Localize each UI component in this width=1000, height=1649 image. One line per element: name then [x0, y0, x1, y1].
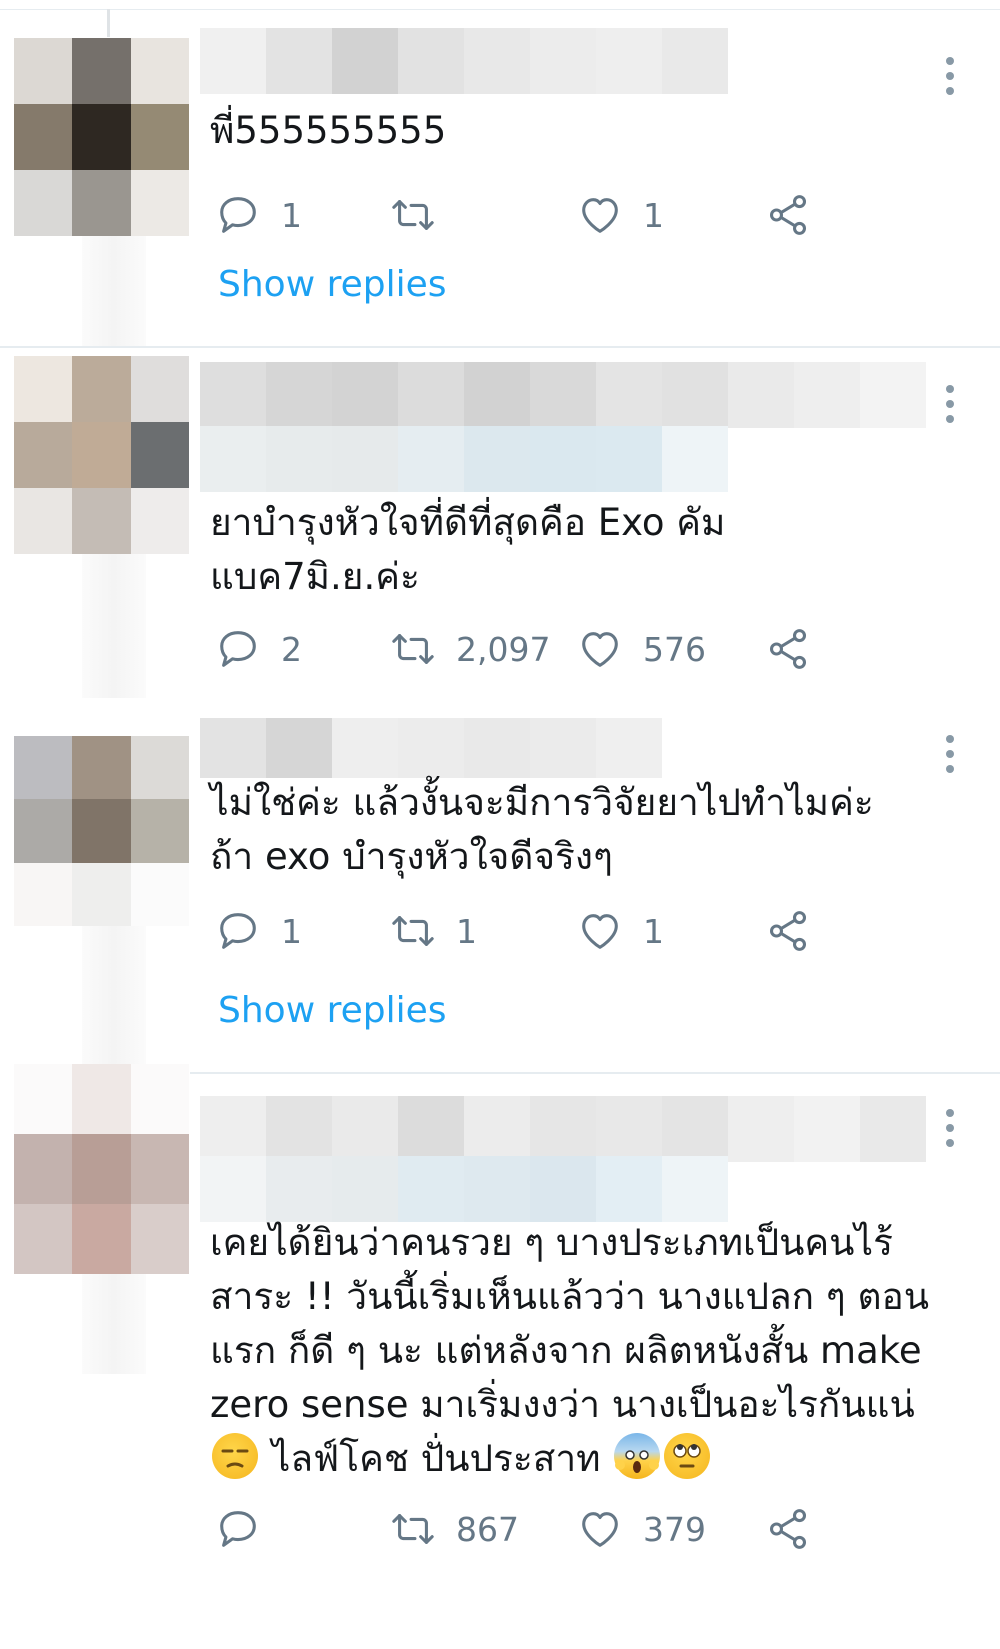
tweet-text: ยาบำรุงหัวใจที่ดีที่สุดคือ Exo คัม แบค7ม… — [210, 501, 726, 598]
blurred-handle — [200, 426, 728, 492]
heart-icon — [582, 632, 618, 667]
like-button[interactable]: 1 — [577, 190, 664, 240]
retweet-count: 2,097 — [456, 629, 551, 669]
reply-icon — [220, 1511, 256, 1547]
blurred-handle — [200, 1156, 728, 1222]
tweet-1[interactable]: พี่555555555 1 1 Show replies — [0, 0, 1000, 350]
retweet-count: 867 — [456, 1509, 519, 1549]
share-icon — [769, 911, 807, 951]
tweet-text-last-line: ไลฟ์โคช ปั่นประสาท — [210, 1432, 960, 1486]
tweet-4[interactable]: เคยได้ยินว่าคนรวย ๆ บางประเภทเป็นคนไร้ ส… — [0, 1064, 1000, 1649]
eye-roll-face-emoji — [664, 1433, 711, 1479]
avatar[interactable] — [14, 1064, 189, 1274]
retweet-icon — [392, 916, 434, 946]
thread-line — [82, 1274, 146, 1374]
heart-icon — [582, 914, 618, 949]
retweet-icon — [392, 1514, 434, 1544]
tweet-text: เคยได้ยินว่าคนรวย ๆ บางประเภทเป็นคนไร้ ส… — [210, 1216, 960, 1486]
tweet-3[interactable]: ไม่ใช่ค่ะ แล้วงั้นจะมีการวิจัยยาไปทำไมค่… — [0, 698, 1000, 1070]
like-count: 576 — [643, 629, 706, 669]
tweet-text-line: zero sense มาเริ่มงงว่า นางเป็นอะไรกันแน… — [210, 1383, 915, 1426]
retweet-button[interactable]: 867 — [390, 1504, 519, 1554]
tweet-2[interactable]: ยาบำรุงหัวใจที่ดีที่สุดคือ Exo คัม แบค7ม… — [0, 348, 1000, 698]
more-options-icon[interactable] — [946, 57, 956, 102]
reply-count: 2 — [281, 629, 302, 669]
reply-count: 1 — [281, 911, 302, 951]
tweet-text-line: เคยได้ยินว่าคนรวย ๆ บางประเภทเป็นคนไร้ — [210, 1221, 893, 1264]
tweet-text-line: แรก ก็ดี ๆ นะ แต่หลังจาก ผลิตหนังสั้น ma… — [210, 1329, 922, 1372]
reply-icon — [220, 197, 256, 233]
screaming-face-emoji — [614, 1433, 661, 1479]
tweet-actions: 867 379 — [215, 1504, 855, 1554]
like-count: 1 — [643, 911, 664, 951]
unamused-face-emoji — [212, 1433, 258, 1479]
blurred-username — [200, 718, 662, 778]
blurred-username — [200, 28, 728, 94]
share-icon — [769, 629, 807, 669]
tweet-text-line: สาระ !! วันนี้เริ่มเห็นแล้วว่า นางแปลก ๆ… — [210, 1275, 929, 1318]
tweet-text: พี่555555555 — [210, 109, 447, 152]
avatar[interactable] — [14, 356, 189, 554]
like-button[interactable]: 379 — [577, 1504, 706, 1554]
reply-button[interactable]: 2 — [215, 624, 302, 674]
reply-icon — [220, 913, 256, 949]
retweet-icon — [392, 634, 434, 664]
avatar[interactable] — [14, 736, 189, 926]
like-count: 379 — [643, 1509, 706, 1549]
share-button[interactable] — [765, 190, 811, 240]
share-button[interactable] — [765, 1504, 811, 1554]
reply-count: 1 — [281, 195, 302, 235]
tweet-actions: 2 2,097 576 — [215, 624, 855, 674]
retweet-button[interactable] — [390, 190, 456, 240]
tweet-actions: 1 1 — [215, 190, 855, 240]
reply-icon — [220, 631, 256, 667]
like-button[interactable]: 576 — [577, 624, 706, 674]
show-replies-link[interactable]: Show replies — [218, 264, 447, 305]
like-button[interactable]: 1 — [577, 906, 664, 956]
retweet-icon — [392, 200, 434, 230]
thread-line — [82, 236, 146, 346]
share-icon — [769, 195, 807, 235]
thread-line — [82, 554, 146, 698]
blurred-username — [200, 362, 926, 428]
share-button[interactable] — [765, 906, 811, 956]
thread-line — [82, 926, 146, 1070]
show-replies-link[interactable]: Show replies — [218, 990, 447, 1031]
heart-icon — [582, 198, 618, 233]
blurred-username — [200, 1096, 926, 1162]
tweet-actions: 1 1 1 — [215, 906, 855, 956]
like-count: 1 — [643, 195, 664, 235]
more-options-icon[interactable] — [946, 385, 956, 430]
share-button[interactable] — [765, 624, 811, 674]
more-options-icon[interactable] — [946, 1109, 956, 1154]
tweet-text-inline: ไลฟ์โคช ปั่นประสาท — [271, 1437, 601, 1480]
retweet-button[interactable]: 1 — [390, 906, 477, 956]
retweet-button[interactable]: 2,097 — [390, 624, 550, 674]
retweet-count: 1 — [456, 911, 477, 951]
avatar[interactable] — [14, 38, 189, 236]
heart-icon — [582, 1512, 618, 1547]
reply-button[interactable]: 1 — [215, 190, 302, 240]
reply-button[interactable]: 1 — [215, 906, 302, 956]
reply-button[interactable] — [215, 1504, 281, 1554]
tweet-text: ไม่ใช่ค่ะ แล้วงั้นจะมีการวิจัยยาไปทำไมค่… — [210, 781, 874, 878]
share-icon — [769, 1509, 807, 1549]
more-options-icon[interactable] — [946, 735, 956, 780]
